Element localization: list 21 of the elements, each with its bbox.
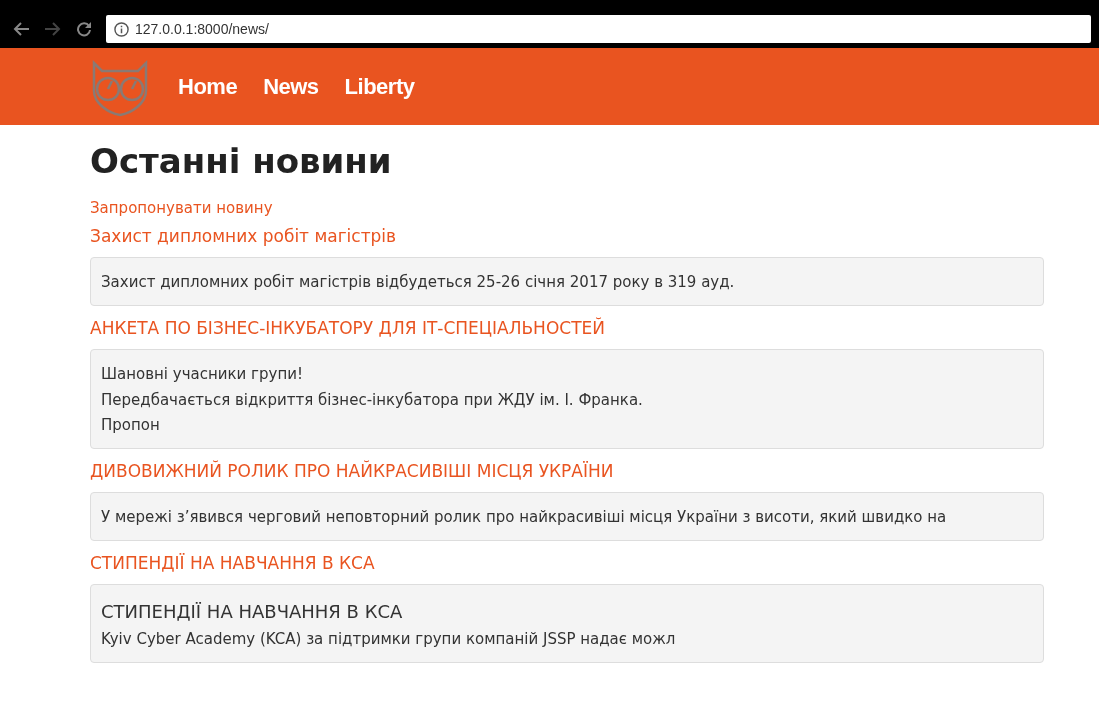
news-title-link[interactable]: ДИВОВИЖНИЙ РОЛИК ПРО НАЙКРАСИВІШІ МІСЦЯ УКРАЇНИ <box>90 458 614 485</box>
preview-text: У мережі з’явився черговий неповторний ролик про найкрасивіші місця України з висоти, який швидко на <box>101 507 948 529</box>
nav-link[interactable]: News <box>263 70 319 103</box>
preview-text: Захист дипломних робіт магістрів відбудеться 25-26 січня 2017 року в 319 ауд. <box>101 272 736 294</box>
preview-heading: СТИПЕНДІЇ НА НАВЧАННЯ В КСА <box>101 600 404 625</box>
preview-text: Передбачається відкриття бізнес-інкубатора при ЖДУ ім. І. Франка. <box>101 389 644 411</box>
preview-text: Пропон <box>101 415 161 437</box>
address-bar[interactable]: 127.0.0.1:8000/news/ <box>106 15 1091 43</box>
preview-text: Kyiv Cyber Academy (KCA) за підтримки групи компаній JSSP надає можл <box>101 629 677 651</box>
back-button[interactable] <box>12 21 30 37</box>
reload-button[interactable] <box>76 21 92 37</box>
nav-link[interactable]: Liberty <box>344 70 415 103</box>
news-title-link[interactable]: Захист дипломних робіт магістрів <box>90 223 397 250</box>
page-title: Останні новини <box>90 141 393 182</box>
news-title-link[interactable]: СТИПЕНДІЇ НА НАВЧАННЯ В КСА <box>90 550 375 577</box>
url-text: 127.0.0.1:8000/news/ <box>135 19 269 39</box>
nav-link[interactable]: Home <box>178 70 238 103</box>
suggest-news-link[interactable]: Запропонувати новину <box>90 196 273 220</box>
preview-text: Шановні учасники групи! <box>101 364 304 386</box>
news-title-link[interactable]: АНКЕТА ПО БІЗНЕС-ІНКУБАТОРУ ДЛЯ ІТ-СПЕЦІАЛЬНОСТЕЙ <box>90 315 605 342</box>
info-icon <box>114 21 129 37</box>
